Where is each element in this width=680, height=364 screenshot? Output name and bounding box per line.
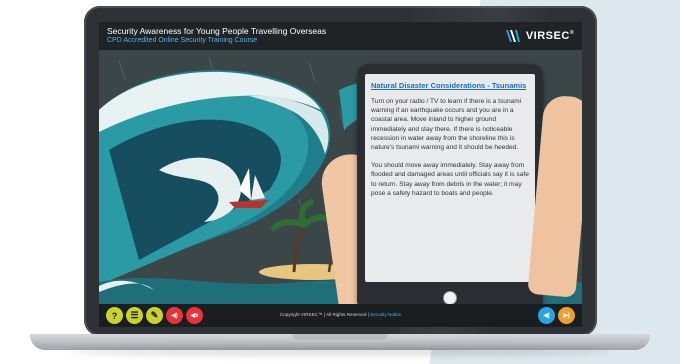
slide-heading: Natural Disaster Considerations - Tsunam… [371,81,527,90]
app-footer: ? ☰ ✎ ◀) ◀x Copyright VIRSEC™ | All Righ… [99,304,582,327]
slide-paragraph: Turn on your radio / TV to learn if ther… [371,98,522,152]
laptop-base-notch [292,334,388,340]
app-header: Security Awareness for Young People Trav… [99,22,582,50]
course-title: Security Awareness for Young People Trav… [107,26,327,36]
laptop-shadow [70,348,610,356]
tablet-home-button [443,291,457,305]
previous-button[interactable]: ◀| [538,307,555,324]
virsec-logo: VIRSEC® [504,28,574,44]
slide-body: Turn on your radio / TV to learn if ther… [371,97,531,207]
logo-wordmark: VIRSEC® [525,30,574,42]
tablet-content-panel: Natural Disaster Considerations - Tsunam… [365,74,535,282]
course-subtitle: CPD Accredited Online Security Training … [107,37,258,44]
laptop-screen: Security Awareness for Young People Trav… [99,22,582,327]
skip-forward-icon: ▶| [563,313,570,319]
security-notice-link[interactable]: Security Notice [370,312,401,317]
slide-paragraph: You should move away immediately. Stay a… [371,162,529,197]
tablet-device: Natural Disaster Considerations - Tsunam… [357,64,543,312]
copyright-text: Copyright VIRSEC™ | All Rights Reserved … [279,312,402,317]
virsec-logo-icon [505,30,520,42]
next-button[interactable]: ▶| [558,307,575,324]
skip-back-icon: ◀| [543,313,550,319]
